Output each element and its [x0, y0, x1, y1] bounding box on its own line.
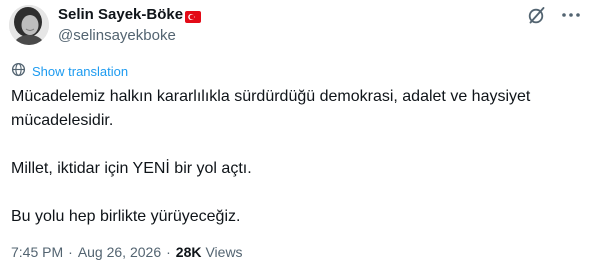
tweet-paragraph-1: Mücadelemiz halkın kararlılıkla sürdürdü… [11, 88, 535, 129]
meta-separator: · [68, 244, 73, 260]
tweet-time[interactable]: 7:45 PM [11, 243, 63, 261]
views-count: 28K [175, 244, 202, 260]
more-dots-icon[interactable] [560, 5, 582, 25]
author-name-row: Selin Sayek-Böke [58, 6, 202, 24]
tweet-paragraph-3: Bu yolu hep birlikte yürüyeceğiz. [11, 208, 241, 225]
tweet-paragraph-2: Millet, iktidar için YENİ bir yol açtı. [11, 160, 252, 177]
tweet-card: Selin Sayek-Böke @selinsayekboke Show tr… [0, 0, 596, 274]
avatar-image [9, 5, 49, 45]
turkey-flag-icon [185, 10, 202, 23]
translate-globe-icon [11, 62, 26, 82]
views-label: Views [205, 244, 243, 260]
tweet-meta: 7:45 PM · Aug 26, 2026 · 28K Views [11, 243, 243, 261]
author-display-name[interactable]: Selin Sayek-Böke [58, 6, 183, 24]
avatar[interactable] [9, 5, 49, 45]
tweet-text: Mücadelemiz halkın kararlılıkla sürdürdü… [11, 85, 586, 229]
tweet-date[interactable]: Aug 26, 2026 [78, 243, 161, 261]
meta-separator: · [166, 244, 171, 260]
show-translation-button[interactable]: Show translation [11, 62, 128, 82]
author-handle[interactable]: @selinsayekboke [58, 27, 176, 45]
grok-icon[interactable] [527, 5, 547, 25]
show-translation-label: Show translation [32, 64, 129, 79]
